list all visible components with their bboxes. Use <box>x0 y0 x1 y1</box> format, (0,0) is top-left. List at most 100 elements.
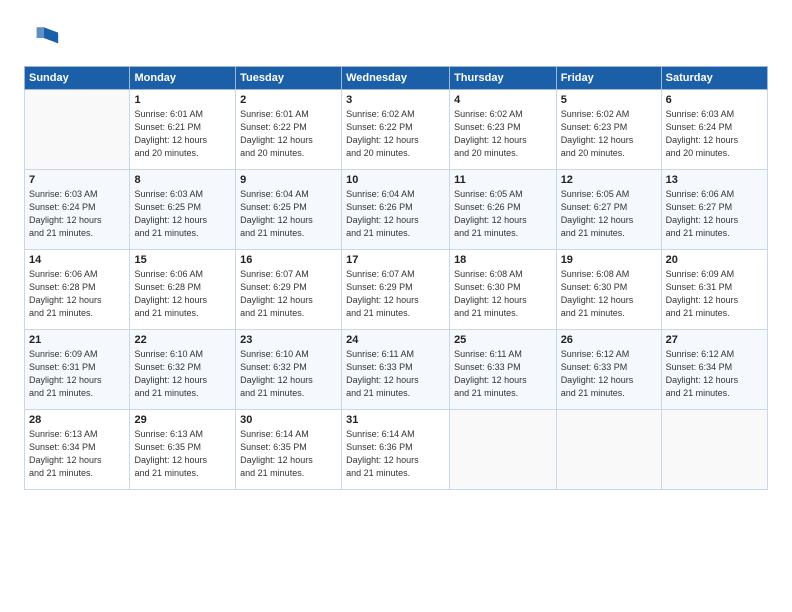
day-info: Sunrise: 6:08 AM Sunset: 6:30 PM Dayligh… <box>454 268 552 320</box>
weekday-header-monday: Monday <box>130 67 236 90</box>
day-number: 30 <box>240 414 337 426</box>
calendar-week-0: 1 Sunrise: 6:01 AM Sunset: 6:21 PM Daylig… <box>25 90 768 170</box>
day-info: Sunrise: 6:06 AM Sunset: 6:28 PM Dayligh… <box>134 268 231 320</box>
weekday-header-friday: Friday <box>556 67 661 90</box>
day-info: Sunrise: 6:10 AM Sunset: 6:32 PM Dayligh… <box>240 348 337 400</box>
day-info: Sunrise: 6:14 AM Sunset: 6:36 PM Dayligh… <box>346 428 445 480</box>
day-info: Sunrise: 6:01 AM Sunset: 6:22 PM Dayligh… <box>240 108 337 160</box>
calendar-cell <box>556 410 661 490</box>
calendar-cell: 13Sunrise: 6:06 AM Sunset: 6:27 PM Dayli… <box>661 170 767 250</box>
calendar-cell: 10 Sunrise: 6:04 AM Sunset: 6:26 PM Dayli… <box>342 170 450 250</box>
day-info: Sunrise: 6:04 AM Sunset: 6:25 PM Dayligh… <box>240 188 337 240</box>
calendar-cell: 15 Sunrise: 6:06 AM Sunset: 6:28 PM Dayli… <box>130 250 236 330</box>
day-info: Sunrise: 6:06 AM Sunset: 6:28 PM Dayligh… <box>29 268 125 320</box>
calendar-cell: 11 Sunrise: 6:05 AM Sunset: 6:26 PM Dayli… <box>450 170 557 250</box>
calendar-cell <box>25 90 130 170</box>
calendar-cell: 12 Sunrise: 6:05 AM Sunset: 6:27 PM Dayli… <box>556 170 661 250</box>
day-number: 20 <box>666 254 763 266</box>
weekday-header-saturday: Saturday <box>661 67 767 90</box>
day-number: 26 <box>561 334 657 346</box>
calendar-cell: 22Sunrise: 6:10 AM Sunset: 6:32 PM Dayli… <box>130 330 236 410</box>
day-number: 10 <box>346 174 445 186</box>
calendar-cell: 23 Sunrise: 6:10 AM Sunset: 6:32 PM Dayli… <box>236 330 342 410</box>
calendar-cell: 9 Sunrise: 6:04 AM Sunset: 6:25 PM Daylig… <box>236 170 342 250</box>
day-number: 23 <box>240 334 337 346</box>
day-info: Sunrise: 6:03 AM Sunset: 6:25 PM Dayligh… <box>134 188 231 240</box>
day-info: Sunrise: 6:07 AM Sunset: 6:29 PM Dayligh… <box>346 268 445 320</box>
day-number: 4 <box>454 94 552 106</box>
day-info: Sunrise: 6:13 AM Sunset: 6:34 PM Dayligh… <box>29 428 125 480</box>
logo <box>24 20 66 56</box>
calendar-cell: 27 Sunrise: 6:12 AM Sunset: 6:34 PM Dayli… <box>661 330 767 410</box>
day-number: 31 <box>346 414 445 426</box>
calendar-cell: 1 Sunrise: 6:01 AM Sunset: 6:21 PM Daylig… <box>130 90 236 170</box>
page: SundayMondayTuesdayWednesdayThursdayFrid… <box>0 0 792 612</box>
calendar-cell: 7 Sunrise: 6:03 AM Sunset: 6:24 PM Daylig… <box>25 170 130 250</box>
day-number: 27 <box>666 334 763 346</box>
calendar-week-3: 21 Sunrise: 6:09 AM Sunset: 6:31 PM Dayli… <box>25 330 768 410</box>
day-info: Sunrise: 6:04 AM Sunset: 6:26 PM Dayligh… <box>346 188 445 240</box>
calendar-header: SundayMondayTuesdayWednesdayThursdayFrid… <box>25 67 768 90</box>
calendar-cell: 2 Sunrise: 6:01 AM Sunset: 6:22 PM Daylig… <box>236 90 342 170</box>
day-number: 14 <box>29 254 125 266</box>
calendar-cell: 14 Sunrise: 6:06 AM Sunset: 6:28 PM Dayli… <box>25 250 130 330</box>
weekday-header-row: SundayMondayTuesdayWednesdayThursdayFrid… <box>25 67 768 90</box>
day-info: Sunrise: 6:05 AM Sunset: 6:27 PM Dayligh… <box>561 188 657 240</box>
calendar-cell: 25 Sunrise: 6:11 AM Sunset: 6:33 PM Dayli… <box>450 330 557 410</box>
day-number: 1 <box>134 94 231 106</box>
day-number: 13 <box>666 174 763 186</box>
day-info: Sunrise: 6:05 AM Sunset: 6:26 PM Dayligh… <box>454 188 552 240</box>
calendar-cell: 5Sunrise: 6:02 AM Sunset: 6:23 PM Daylig… <box>556 90 661 170</box>
calendar-cell: 24Sunrise: 6:11 AM Sunset: 6:33 PM Dayli… <box>342 330 450 410</box>
day-info: Sunrise: 6:02 AM Sunset: 6:22 PM Dayligh… <box>346 108 445 160</box>
day-number: 12 <box>561 174 657 186</box>
day-number: 9 <box>240 174 337 186</box>
calendar-week-1: 7 Sunrise: 6:03 AM Sunset: 6:24 PM Daylig… <box>25 170 768 250</box>
calendar-cell: 31 Sunrise: 6:14 AM Sunset: 6:36 PM Dayli… <box>342 410 450 490</box>
calendar-cell: 17 Sunrise: 6:07 AM Sunset: 6:29 PM Dayli… <box>342 250 450 330</box>
day-number: 6 <box>666 94 763 106</box>
calendar-cell: 21 Sunrise: 6:09 AM Sunset: 6:31 PM Dayli… <box>25 330 130 410</box>
day-number: 3 <box>346 94 445 106</box>
day-number: 11 <box>454 174 552 186</box>
day-info: Sunrise: 6:03 AM Sunset: 6:24 PM Dayligh… <box>666 108 763 160</box>
day-info: Sunrise: 6:02 AM Sunset: 6:23 PM Dayligh… <box>561 108 657 160</box>
day-number: 19 <box>561 254 657 266</box>
day-number: 2 <box>240 94 337 106</box>
calendar-cell: 18Sunrise: 6:08 AM Sunset: 6:30 PM Dayli… <box>450 250 557 330</box>
header <box>24 20 768 56</box>
day-info: Sunrise: 6:09 AM Sunset: 6:31 PM Dayligh… <box>29 348 125 400</box>
calendar-cell: 4 Sunrise: 6:02 AM Sunset: 6:23 PM Daylig… <box>450 90 557 170</box>
calendar-week-4: 28Sunrise: 6:13 AM Sunset: 6:34 PM Dayli… <box>25 410 768 490</box>
calendar-week-2: 14 Sunrise: 6:06 AM Sunset: 6:28 PM Dayli… <box>25 250 768 330</box>
day-info: Sunrise: 6:02 AM Sunset: 6:23 PM Dayligh… <box>454 108 552 160</box>
day-number: 29 <box>134 414 231 426</box>
logo-icon <box>24 20 60 56</box>
day-info: Sunrise: 6:11 AM Sunset: 6:33 PM Dayligh… <box>454 348 552 400</box>
day-info: Sunrise: 6:03 AM Sunset: 6:24 PM Dayligh… <box>29 188 125 240</box>
calendar-cell <box>661 410 767 490</box>
calendar-cell: 28Sunrise: 6:13 AM Sunset: 6:34 PM Dayli… <box>25 410 130 490</box>
day-number: 7 <box>29 174 125 186</box>
weekday-header-wednesday: Wednesday <box>342 67 450 90</box>
day-number: 21 <box>29 334 125 346</box>
day-info: Sunrise: 6:01 AM Sunset: 6:21 PM Dayligh… <box>134 108 231 160</box>
calendar-cell: 8 Sunrise: 6:03 AM Sunset: 6:25 PM Daylig… <box>130 170 236 250</box>
calendar-cell: 20 Sunrise: 6:09 AM Sunset: 6:31 PM Dayli… <box>661 250 767 330</box>
calendar-table: SundayMondayTuesdayWednesdayThursdayFrid… <box>24 66 768 490</box>
day-info: Sunrise: 6:11 AM Sunset: 6:33 PM Dayligh… <box>346 348 445 400</box>
weekday-header-sunday: Sunday <box>25 67 130 90</box>
calendar-cell: 16Sunrise: 6:07 AM Sunset: 6:29 PM Dayli… <box>236 250 342 330</box>
weekday-header-tuesday: Tuesday <box>236 67 342 90</box>
day-info: Sunrise: 6:08 AM Sunset: 6:30 PM Dayligh… <box>561 268 657 320</box>
day-number: 25 <box>454 334 552 346</box>
day-info: Sunrise: 6:07 AM Sunset: 6:29 PM Dayligh… <box>240 268 337 320</box>
calendar-cell: 19 Sunrise: 6:08 AM Sunset: 6:30 PM Dayli… <box>556 250 661 330</box>
day-number: 17 <box>346 254 445 266</box>
day-info: Sunrise: 6:09 AM Sunset: 6:31 PM Dayligh… <box>666 268 763 320</box>
day-info: Sunrise: 6:10 AM Sunset: 6:32 PM Dayligh… <box>134 348 231 400</box>
day-number: 8 <box>134 174 231 186</box>
calendar-cell: 30Sunrise: 6:14 AM Sunset: 6:35 PM Dayli… <box>236 410 342 490</box>
day-number: 15 <box>134 254 231 266</box>
day-info: Sunrise: 6:12 AM Sunset: 6:34 PM Dayligh… <box>666 348 763 400</box>
